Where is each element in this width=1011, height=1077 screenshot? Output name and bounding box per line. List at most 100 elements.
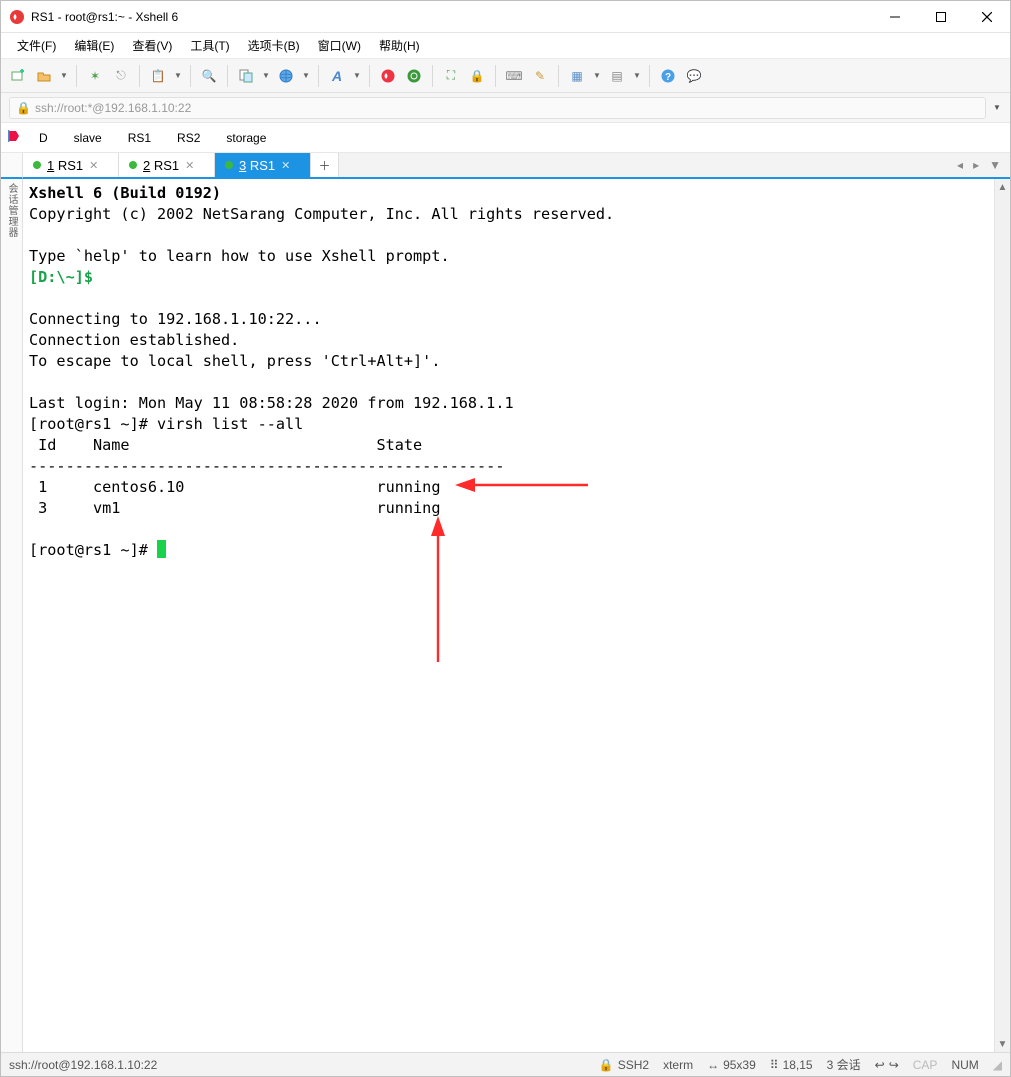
session-link-storage[interactable]: storage xyxy=(218,128,274,148)
menu-window[interactable]: 窗口(W) xyxy=(310,34,369,57)
xftp-launch-icon[interactable] xyxy=(403,65,425,87)
main-area: 会话管理器 Xshell 6 (Build 0192) Copyright (c… xyxy=(1,179,1010,1052)
font-dropdown-icon[interactable]: ▼ xyxy=(352,71,362,80)
new-tab-button[interactable]: ＋ xyxy=(311,153,339,177)
tab-status-dot-icon xyxy=(225,161,233,169)
status-protocol: SSH2 xyxy=(618,1058,649,1072)
close-button[interactable] xyxy=(964,1,1010,33)
tab-nav-left-icon[interactable]: ◂ xyxy=(954,158,966,172)
virsh-row-2: 3 vm1 running xyxy=(29,499,440,517)
connecting-line: Connecting to 192.168.1.10:22... xyxy=(29,310,322,328)
help-hint: Type `help' to learn how to use Xshell p… xyxy=(29,247,450,265)
lock-icon[interactable]: 🔒 xyxy=(466,65,488,87)
help-icon[interactable]: ? xyxy=(657,65,679,87)
resize-grip-icon[interactable]: ◢ xyxy=(993,1058,1002,1072)
status-connection: ssh://root@192.168.1.10:22 xyxy=(9,1058,157,1072)
virsh-header: Id Name State xyxy=(29,436,422,454)
globe-dropdown-icon[interactable]: ▼ xyxy=(301,71,311,80)
find-icon[interactable]: 🔍 xyxy=(198,65,220,87)
disconnect-icon[interactable]: ⎋ xyxy=(110,65,132,87)
menu-edit[interactable]: 编辑(E) xyxy=(66,34,122,57)
last-login-line: Last login: Mon May 11 08:58:28 2020 fro… xyxy=(29,394,514,412)
side-panel-toggle[interactable] xyxy=(1,153,23,179)
tab-2-label: RS1 xyxy=(154,158,179,173)
font-icon[interactable]: A xyxy=(326,65,348,87)
tab-2-rs1[interactable]: 2 RS1 ✕ xyxy=(119,153,215,177)
main-toolbar: ▼ ✶ ⎋ 📋 ▼ 🔍 ▼ ▼ A ▼ ⛶ 🔒 ⌨ ✎ ▦ ▼ ▤ ▼ ? 💬 xyxy=(1,59,1010,93)
session-link-RS2[interactable]: RS2 xyxy=(169,128,208,148)
terminal[interactable]: Xshell 6 (Build 0192) Copyright (c) 2002… xyxy=(23,179,994,1052)
tab-status-dot-icon xyxy=(33,161,41,169)
scroll-down-icon[interactable]: ▼ xyxy=(995,1036,1011,1052)
side-panel-collapsed[interactable]: 会话管理器 xyxy=(1,179,23,1052)
tab-1-label: RS1 xyxy=(58,158,83,173)
new-session-icon[interactable] xyxy=(7,65,29,87)
session-link-RS1[interactable]: RS1 xyxy=(120,128,159,148)
grid-dropdown-icon[interactable]: ▼ xyxy=(632,71,642,80)
globe-icon[interactable] xyxy=(275,65,297,87)
layout-dropdown-icon[interactable]: ▼ xyxy=(592,71,602,80)
menu-tabs[interactable]: 选项卡(B) xyxy=(240,34,308,57)
address-field[interactable]: 🔒 ssh://root:*@192.168.1.10:22 xyxy=(9,97,986,119)
cursor-pos-icon: ⠿ xyxy=(770,1058,779,1072)
tab-2-index: 2 xyxy=(143,158,150,173)
virsh-row-1: 1 centos6.10 running xyxy=(29,478,440,496)
tabs-row: 1 RS1 ✕ 2 RS1 ✕ 3 RS1 ✕ ＋ ◂ ▸ ▼ xyxy=(23,153,1010,179)
scroll-up-icon[interactable]: ▲ xyxy=(995,179,1011,195)
menu-file[interactable]: 文件(F) xyxy=(9,34,64,57)
banner-line: Xshell 6 (Build 0192) xyxy=(29,184,221,202)
feedback-icon[interactable]: 💬 xyxy=(683,65,705,87)
fullscreen-icon[interactable]: ⛶ xyxy=(440,65,462,87)
app-window: RS1 - root@rs1:~ - Xshell 6 文件(F) 编辑(E) … xyxy=(0,0,1011,1077)
grid-icon[interactable]: ▤ xyxy=(606,65,628,87)
terminal-scrollbar[interactable]: ▲ ▼ xyxy=(994,179,1010,1052)
tab-nav-right-icon[interactable]: ▸ xyxy=(970,158,982,172)
menu-bar: 文件(F) 编辑(E) 查看(V) 工具(T) 选项卡(B) 窗口(W) 帮助(… xyxy=(1,33,1010,59)
keyboard-icon[interactable]: ⌨ xyxy=(503,65,525,87)
menu-view[interactable]: 查看(V) xyxy=(124,34,180,57)
cmd-line-2: [root@rs1 ~]# xyxy=(29,541,157,559)
tab-1-index: 1 xyxy=(47,158,54,173)
tab-2-close-icon[interactable]: ✕ xyxy=(185,159,194,172)
address-dropdown-icon[interactable]: ▼ xyxy=(992,103,1002,112)
xshell-launch-icon[interactable] xyxy=(377,65,399,87)
properties-dropdown-icon[interactable]: ▼ xyxy=(173,71,183,80)
window-title: RS1 - root@rs1:~ - Xshell 6 xyxy=(31,10,178,24)
tab-menu-dropdown-icon[interactable]: ▼ xyxy=(986,158,1004,172)
menu-help[interactable]: 帮助(H) xyxy=(371,34,428,57)
annotation-arrow-vertical xyxy=(428,514,448,664)
established-line: Connection established. xyxy=(29,331,239,349)
layout-icon[interactable]: ▦ xyxy=(566,65,588,87)
status-capslock: CAP xyxy=(913,1058,938,1072)
address-row: 🔒 ssh://root:*@192.168.1.10:22 ▼ xyxy=(1,93,1010,123)
open-session-icon[interactable] xyxy=(33,65,55,87)
maximize-button[interactable] xyxy=(918,1,964,33)
status-session-count: 3 会话 xyxy=(827,1056,861,1073)
nav-next-icon[interactable]: ↪ xyxy=(889,1058,899,1072)
tab-3-label: RS1 xyxy=(250,158,275,173)
status-lock-icon: 🔒 xyxy=(599,1058,614,1072)
tab-1-rs1[interactable]: 1 RS1 ✕ xyxy=(23,153,119,177)
reconnect-icon[interactable]: ✶ xyxy=(84,65,106,87)
copy-paste-icon[interactable] xyxy=(235,65,257,87)
tab-3-rs1[interactable]: 3 RS1 ✕ xyxy=(215,153,311,177)
open-dropdown-icon[interactable]: ▼ xyxy=(59,71,69,80)
tab-3-close-icon[interactable]: ✕ xyxy=(281,159,290,172)
side-panel-label: 会话管理器 xyxy=(4,183,19,238)
status-numlock: NUM xyxy=(951,1058,978,1072)
tab-1-close-icon[interactable]: ✕ xyxy=(89,159,98,172)
minimize-button[interactable] xyxy=(872,1,918,33)
session-link-D[interactable]: D xyxy=(31,128,56,148)
nav-prev-icon[interactable]: ↩ xyxy=(875,1058,885,1072)
rows-cols-icon: ↔ xyxy=(707,1058,719,1072)
properties-icon[interactable]: 📋 xyxy=(147,65,169,87)
highlight-icon[interactable]: ✎ xyxy=(529,65,551,87)
status-size: 95x39 xyxy=(723,1058,756,1072)
menu-tools[interactable]: 工具(T) xyxy=(182,34,237,57)
tab-3-index: 3 xyxy=(239,158,246,173)
bookmark-flag-icon[interactable] xyxy=(7,129,21,146)
status-bar: ssh://root@192.168.1.10:22 🔒SSH2 xterm ↔… xyxy=(1,1052,1010,1076)
copy-paste-dropdown-icon[interactable]: ▼ xyxy=(261,71,271,80)
session-link-slave[interactable]: slave xyxy=(66,128,110,148)
address-text: ssh://root:*@192.168.1.10:22 xyxy=(35,101,191,115)
